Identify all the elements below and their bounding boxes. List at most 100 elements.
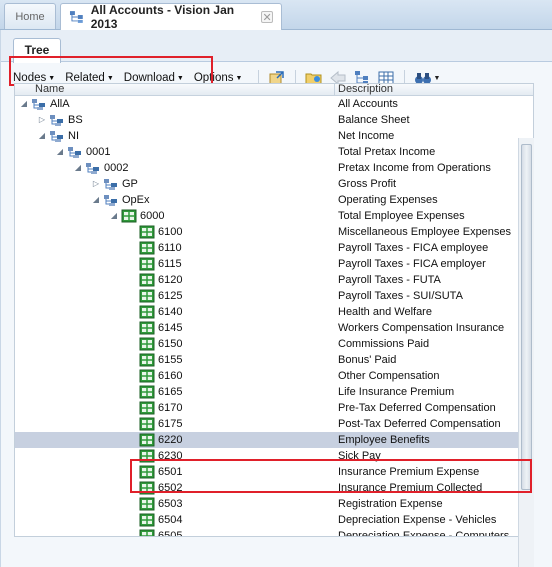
hierarchy-icon (50, 115, 63, 126)
node-description: Payroll Taxes - FUTA (338, 274, 441, 286)
tree-row[interactable]: 6120 Payroll Taxes - FUTA (15, 272, 520, 288)
column-divider[interactable] (334, 84, 335, 96)
expanded-toggle-icon[interactable]: ◢ (38, 132, 46, 140)
grid-icon (139, 337, 155, 351)
node-description: Registration Expense (338, 498, 443, 510)
column-header-description[interactable]: Description (338, 84, 393, 95)
node-name: 6175 (158, 418, 183, 430)
node-description: Balance Sheet (338, 114, 410, 126)
tree-row[interactable]: ▷ GP Gross Profit (15, 176, 520, 192)
node-description: Commissions Paid (338, 338, 430, 350)
node-description: Health and Welfare (338, 306, 432, 318)
tab-home[interactable]: Home (4, 3, 56, 29)
node-description: Gross Profit (338, 178, 397, 190)
node-description: Operating Expenses (338, 194, 438, 206)
tree-row[interactable]: 6165 Life Insurance Premium (15, 384, 520, 400)
node-description: Other Compensation (338, 370, 440, 382)
node-name: 6505 (158, 530, 183, 537)
tree-row[interactable]: 6160 Other Compensation (15, 368, 520, 384)
grid-icon (139, 369, 155, 383)
grid-icon (121, 209, 137, 223)
tree-row[interactable]: ◢ 0001 Total Pretax Income (15, 144, 520, 160)
node-description: Miscellaneous Employee Expenses (338, 226, 512, 238)
grid-icon (139, 289, 155, 303)
grid-icon (139, 417, 155, 431)
grid-icon (139, 353, 155, 367)
tree-row[interactable]: 6145 Workers Compensation Insurance (15, 320, 520, 336)
caret-down-icon: ▼ (235, 74, 243, 82)
expanded-toggle-icon[interactable]: ◢ (20, 100, 28, 108)
node-name: 6140 (158, 306, 183, 318)
tree-row[interactable]: 6504 Depreciation Expense - Vehicles (15, 512, 520, 528)
tree-row[interactable]: 6220 Employee Benefits (15, 432, 520, 448)
node-name: 6115 (158, 258, 182, 270)
node-description: Bonus' Paid (338, 354, 397, 366)
document-tab-bar: Home All Accounts - Vision Jan 2013 ✕ (0, 0, 552, 31)
tab-all-accounts[interactable]: All Accounts - Vision Jan 2013 ✕ (60, 3, 282, 31)
node-description: Pre-Tax Deferred Compensation (338, 402, 496, 414)
hierarchy-icon (32, 99, 45, 110)
tree-row[interactable]: 6125 Payroll Taxes - SUI/SUTA (15, 288, 520, 304)
rows-highlight-box (130, 459, 532, 493)
grid-icon (139, 225, 155, 239)
scrollbar-thumb[interactable] (521, 144, 532, 490)
tree-row[interactable]: ▷ BS Balance Sheet (15, 112, 520, 128)
expanded-toggle-icon[interactable]: ◢ (56, 148, 64, 156)
hierarchy-icon (104, 195, 117, 206)
hierarchy-icon (69, 11, 83, 23)
node-description: Total Pretax Income (338, 146, 436, 158)
column-header-name[interactable]: Name (35, 84, 64, 95)
collapsed-toggle-icon[interactable]: ▷ (38, 116, 46, 124)
expanded-toggle-icon[interactable]: ◢ (110, 212, 118, 220)
node-description: Post-Tax Deferred Compensation (338, 418, 501, 430)
tree-row[interactable]: 6150 Commissions Paid (15, 336, 520, 352)
hierarchy-icon (86, 163, 99, 174)
tree-row[interactable]: 6100 Miscellaneous Employee Expenses (15, 224, 520, 240)
grid-icon (139, 321, 155, 335)
grid-icon (139, 273, 155, 287)
tree-row[interactable]: 6115 Payroll Taxes - FICA employer (15, 256, 520, 272)
node-name: 6165 (158, 386, 183, 398)
grid-icon (139, 497, 155, 511)
node-name: 0001 (86, 146, 111, 158)
tree-row[interactable]: ◢ OpEx Operating Expenses (15, 192, 520, 208)
node-name: 6100 (158, 226, 183, 238)
tab-all-accounts-label: All Accounts - Vision Jan 2013 (90, 3, 235, 31)
tree-row[interactable]: 6140 Health and Welfare (15, 304, 520, 320)
hierarchy-icon (50, 131, 63, 142)
tab-tree-label: Tree (24, 43, 50, 57)
grid-icon (139, 529, 155, 536)
grid-icon (139, 305, 155, 319)
vertical-scrollbar[interactable] (518, 138, 534, 567)
hierarchy-icon (104, 179, 117, 190)
grid-icon (139, 401, 155, 415)
node-description: Payroll Taxes - SUI/SUTA (338, 290, 463, 302)
tree-row[interactable]: 6170 Pre-Tax Deferred Compensation (15, 400, 520, 416)
tree-row[interactable]: 6505 Depreciation Expense - Computers (15, 528, 520, 537)
tree-row[interactable]: ◢ AllA All Accounts (15, 96, 520, 112)
node-description: Depreciation Expense - Computers (338, 530, 510, 537)
grid-icon (139, 257, 155, 271)
grid-icon (139, 433, 155, 447)
node-description: All Accounts (338, 98, 398, 110)
node-name: AllA (50, 98, 70, 110)
tree-row[interactable]: 6175 Post-Tax Deferred Compensation (15, 416, 520, 432)
node-description: Life Insurance Premium (338, 386, 455, 398)
node-description: Depreciation Expense - Vehicles (338, 514, 497, 526)
node-name: NI (68, 130, 79, 142)
node-name: OpEx (122, 194, 150, 206)
node-name: BS (68, 114, 83, 126)
collapsed-toggle-icon[interactable]: ▷ (92, 180, 100, 188)
tree-row[interactable]: 6155 Bonus' Paid (15, 352, 520, 368)
node-name: 6125 (158, 290, 183, 302)
caret-down-icon[interactable]: ▼ (433, 75, 440, 82)
close-icon[interactable]: ✕ (261, 11, 273, 24)
expanded-toggle-icon[interactable]: ◢ (92, 196, 100, 204)
tree-row[interactable]: ◢ 0002 Pretax Income from Operations (15, 160, 520, 176)
tree-row[interactable]: 6503 Registration Expense (15, 496, 520, 512)
tree-row[interactable]: ◢ 6000 Total Employee Expenses (15, 208, 520, 224)
tree-row[interactable]: 6110 Payroll Taxes - FICA employee (15, 240, 520, 256)
tree-row[interactable]: ◢ NI Net Income (15, 128, 520, 144)
expanded-toggle-icon[interactable]: ◢ (74, 164, 82, 172)
tab-home-label: Home (15, 10, 45, 23)
